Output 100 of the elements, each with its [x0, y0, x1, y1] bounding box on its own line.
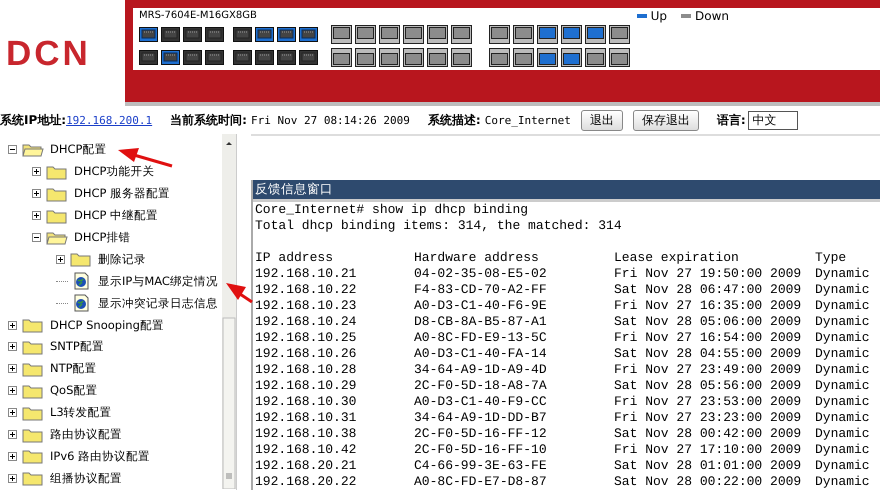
- folder-icon: [70, 251, 92, 268]
- table-cell-text: Dynamic: [815, 378, 871, 394]
- table-cell-text: 192.168.10.24: [255, 314, 358, 330]
- tree-item[interactable]: DHCP 服务器配置: [74, 186, 170, 202]
- device-model: MRS-7604E-M16GX8GB: [139, 10, 257, 22]
- fiber-port-icon[interactable]: [427, 25, 448, 44]
- table-cell-text: 192.168.10.25: [255, 330, 358, 346]
- expand-icon[interactable]: [32, 167, 44, 176]
- legend-label: Down: [694, 9, 729, 23]
- tree-item[interactable]: 组播协议配置: [50, 470, 122, 486]
- collapse-icon[interactable]: [8, 145, 20, 154]
- fiber-port-icon[interactable]: [403, 25, 424, 44]
- table-cell-text: Sat Nov 28 05:06:00 2009: [614, 314, 802, 330]
- table-cell-text: Dynamic: [815, 426, 871, 442]
- tree-item[interactable]: DHCP Snooping配置: [50, 318, 164, 333]
- folder-icon: [22, 448, 44, 464]
- table-cell-text: Dynamic: [815, 314, 871, 330]
- console-line: Total dhcp binding items: 314, the matched: 314: [255, 218, 623, 234]
- fiber-port-icon[interactable]: [561, 48, 582, 67]
- expand-icon[interactable]: [32, 211, 44, 220]
- fiber-port-icon[interactable]: [513, 25, 534, 44]
- tree-item[interactable]: NTP配置: [50, 361, 97, 376]
- table-cell-text: Sat Nov 28 04:55:00 2009: [614, 346, 802, 362]
- fiber-port-icon[interactable]: [585, 25, 606, 44]
- fiber-port-icon[interactable]: [561, 25, 582, 44]
- ethernet-port-icon[interactable]: [139, 27, 158, 42]
- collapse-icon[interactable]: [32, 233, 44, 242]
- tree-item[interactable]: L3转发配置: [50, 405, 112, 420]
- table-cell-text: Sat Nov 28 00:42:00 2009: [614, 426, 802, 442]
- fiber-port-icon[interactable]: [451, 48, 472, 67]
- fiber-port-icon[interactable]: [585, 48, 606, 67]
- fiber-port-icon[interactable]: [379, 25, 400, 44]
- table-cell-text: Fri Nov 27 23:53:00 2009: [614, 394, 802, 410]
- table-cell-text: Sat Nov 28 01:01:00 2009: [614, 458, 802, 474]
- tree-item[interactable]: QoS配置: [50, 383, 98, 398]
- expand-icon[interactable]: [32, 189, 44, 198]
- fiber-port-icon[interactable]: [609, 48, 630, 67]
- expand-icon[interactable]: [8, 430, 20, 440]
- column-header: IP address: [255, 250, 334, 266]
- fiber-port-icon[interactable]: [355, 25, 376, 44]
- table-cell-text: Sat Nov 28 00:22:00 2009: [614, 474, 802, 490]
- fiber-port-icon[interactable]: [537, 25, 558, 44]
- table-cell-text: A0-D3-C1-40-F9-CC: [414, 394, 548, 410]
- tree-item[interactable]: 显示冲突记录日志信息: [98, 296, 218, 311]
- table-cell-text: Dynamic: [815, 458, 871, 474]
- annotation-arrow: [226, 283, 253, 304]
- folder-icon: [46, 164, 68, 180]
- expand-icon[interactable]: [56, 254, 68, 264]
- fiber-port-icon[interactable]: [427, 48, 448, 67]
- expand-icon[interactable]: [8, 452, 20, 461]
- table-cell-text: Fri Nov 27 19:50:00 2009: [614, 266, 802, 282]
- ethernet-port-icon[interactable]: [161, 50, 180, 65]
- fiber-port-icon[interactable]: [513, 48, 534, 67]
- table-cell-text: 192.168.20.22: [255, 474, 358, 490]
- ethernet-port-icon[interactable]: [299, 27, 318, 42]
- fiber-port-icon[interactable]: [489, 48, 510, 67]
- ethernet-port-icon[interactable]: [255, 27, 274, 42]
- expand-icon[interactable]: [8, 342, 20, 352]
- expand-icon[interactable]: [8, 408, 20, 418]
- table-cell-text: 192.168.20.21: [255, 458, 358, 474]
- language-select[interactable]: 中文: [748, 110, 798, 130]
- tree-item[interactable]: DHCP排错: [74, 230, 130, 245]
- expand-icon[interactable]: [8, 320, 20, 330]
- fiber-port-icon[interactable]: [331, 48, 352, 67]
- fiber-port-icon[interactable]: [403, 48, 424, 67]
- table-cell-text: 192.168.10.38: [255, 426, 358, 442]
- table-cell-text: 04-02-35-08-E5-02: [414, 266, 548, 282]
- tree-item[interactable]: 路由协议配置: [50, 427, 122, 442]
- folder-icon: [22, 317, 44, 334]
- tree-item[interactable]: 删除记录: [98, 252, 146, 267]
- fiber-port-icon[interactable]: [451, 25, 472, 44]
- tree-item[interactable]: SNTP配置: [50, 339, 104, 354]
- tree-item[interactable]: DHCP功能开关: [74, 164, 154, 180]
- fiber-port-icon[interactable]: [489, 25, 510, 44]
- tree-item[interactable]: DHCP 中继配置: [74, 208, 158, 224]
- fiber-port-icon[interactable]: [609, 25, 630, 44]
- scrollbar-drawing[interactable]: [222, 134, 236, 489]
- action-button[interactable]: 保存退出: [632, 110, 699, 130]
- time-value: Fri Nov 27 08:14:26 2009: [250, 114, 410, 126]
- legend-label: Up: [650, 9, 667, 23]
- folder-icon: [22, 404, 44, 421]
- table-cell-text: Fri Nov 27 16:54:00 2009: [614, 330, 802, 346]
- fiber-port-icon[interactable]: [331, 25, 352, 44]
- ip-link[interactable]: 192.168.200.1: [66, 114, 152, 126]
- ethernet-port-icon[interactable]: [277, 27, 296, 42]
- fiber-port-icon[interactable]: [379, 48, 400, 67]
- expand-icon[interactable]: [8, 474, 20, 483]
- folder-icon: [22, 382, 44, 399]
- annotation-arrow: [118, 148, 172, 168]
- tree-item[interactable]: DHCP配置: [50, 142, 106, 158]
- fiber-port-icon[interactable]: [355, 48, 376, 67]
- expand-icon[interactable]: [8, 364, 20, 374]
- logo: DCN: [5, 33, 92, 75]
- tree-item[interactable]: 显示IP与MAC绑定情况: [98, 274, 218, 289]
- table-cell-text: A0-8C-FD-E9-13-5C: [414, 330, 548, 346]
- action-button[interactable]: 退出: [580, 110, 623, 130]
- table-cell-text: F4-83-CD-70-A2-FF: [414, 282, 548, 298]
- tree-item[interactable]: IPv6 路由协议配置: [50, 448, 150, 464]
- fiber-port-icon[interactable]: [537, 48, 558, 67]
- expand-icon[interactable]: [8, 386, 20, 396]
